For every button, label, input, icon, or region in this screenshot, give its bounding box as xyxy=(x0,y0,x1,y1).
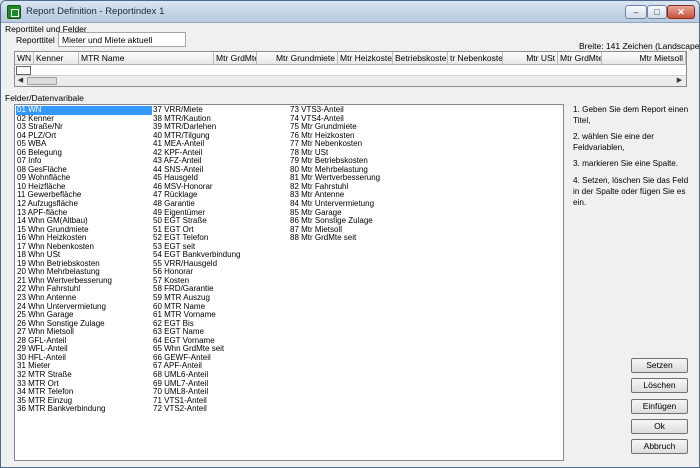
column-header[interactable]: WN xyxy=(15,52,34,64)
title-bar[interactable]: Report Definition - Reportindex 1 – □ ✕ xyxy=(1,1,699,23)
report-columns-grid[interactable]: WN Kenner MTR Name Mtr GrdMte Mtr Grundm… xyxy=(14,51,687,87)
instruction-step-2: 2. wählen Sie eine der Feldvariablen, xyxy=(573,132,655,152)
window-title: Report Definition - Reportindex 1 xyxy=(26,6,165,17)
report-title-label: Reporttitel xyxy=(16,35,55,45)
field-list-item[interactable]: 36 MTR Bankverbindung xyxy=(16,405,152,414)
ok-button[interactable]: Ok xyxy=(631,419,688,434)
instruction-step-3: 3. markieren Sie eine Spalte. xyxy=(573,159,679,168)
field-column-3: 73 VTS3-Anteil 74 VTS4-Anteil 75 Mtr Grund… xyxy=(289,105,425,243)
column-header[interactable]: tr Nebenkosten xyxy=(448,52,503,64)
field-list-item[interactable]: 72 VTS2-Anteil xyxy=(152,405,288,414)
scrollbar-thumb[interactable] xyxy=(27,77,57,85)
column-header[interactable]: Mtr Mietsoll xyxy=(602,52,686,64)
field-variables-list[interactable]: 01 WN 02 Kenner 03 Straße/Nr 04 PLZ/Ort 05 W… xyxy=(14,104,564,461)
insert-button[interactable]: Einfügen xyxy=(631,399,688,414)
column-header[interactable]: Mtr Grundmiete xyxy=(257,52,338,64)
column-header[interactable]: Mtr GrdMte xyxy=(558,52,602,64)
column-header[interactable]: Kenner xyxy=(34,52,79,64)
report-definition-window: Report Definition - Reportindex 1 – □ ✕ … xyxy=(0,0,700,468)
column-header[interactable]: Mtr GrdMte xyxy=(214,52,257,64)
cancel-button[interactable]: Abbruch xyxy=(631,439,688,454)
report-title-input[interactable]: Mieter und Miete aktuell xyxy=(58,32,186,47)
minimize-button[interactable]: – xyxy=(625,5,647,19)
field-column-2: 37 VRR/Miete 38 MTR/Kaution 39 MTR/Darlehe… xyxy=(152,105,288,414)
close-button[interactable]: ✕ xyxy=(667,5,695,19)
set-button[interactable]: Setzen xyxy=(631,358,688,373)
fields-label: Felder/Datenvaribale xyxy=(5,93,84,103)
column-header[interactable]: Betriebskosten xyxy=(393,52,448,64)
horizontal-scrollbar[interactable]: ◀ ▶ xyxy=(15,75,686,86)
column-header[interactable]: MTR Name xyxy=(79,52,214,64)
instruction-step-1: 1. Geben Sie dem Report einen Titel, xyxy=(573,105,689,125)
grid-header: WN Kenner MTR Name Mtr GrdMte Mtr Grundm… xyxy=(15,52,686,65)
delete-button[interactable]: Löschen xyxy=(631,378,688,393)
app-icon xyxy=(7,5,21,19)
field-column-1: 01 WN 02 Kenner 03 Straße/Nr 04 PLZ/Ort 05 W… xyxy=(16,105,152,414)
instruction-step-4: 4. Setzen, löschen Sie das Feld in der S… xyxy=(573,176,689,207)
scroll-left-icon[interactable]: ◀ xyxy=(15,76,26,86)
column-header[interactable]: Mtr USt xyxy=(503,52,558,64)
maximize-button[interactable]: □ xyxy=(647,5,667,19)
field-list-item[interactable]: 88 Mtr GrdMte seit xyxy=(289,234,425,243)
width-info: Breite: 141 Zeichen (Landscape) xyxy=(579,41,700,51)
selected-grid-cell[interactable] xyxy=(16,66,31,75)
column-header[interactable]: Mtr Heizkosten xyxy=(338,52,393,64)
scroll-right-icon[interactable]: ▶ xyxy=(674,76,685,86)
